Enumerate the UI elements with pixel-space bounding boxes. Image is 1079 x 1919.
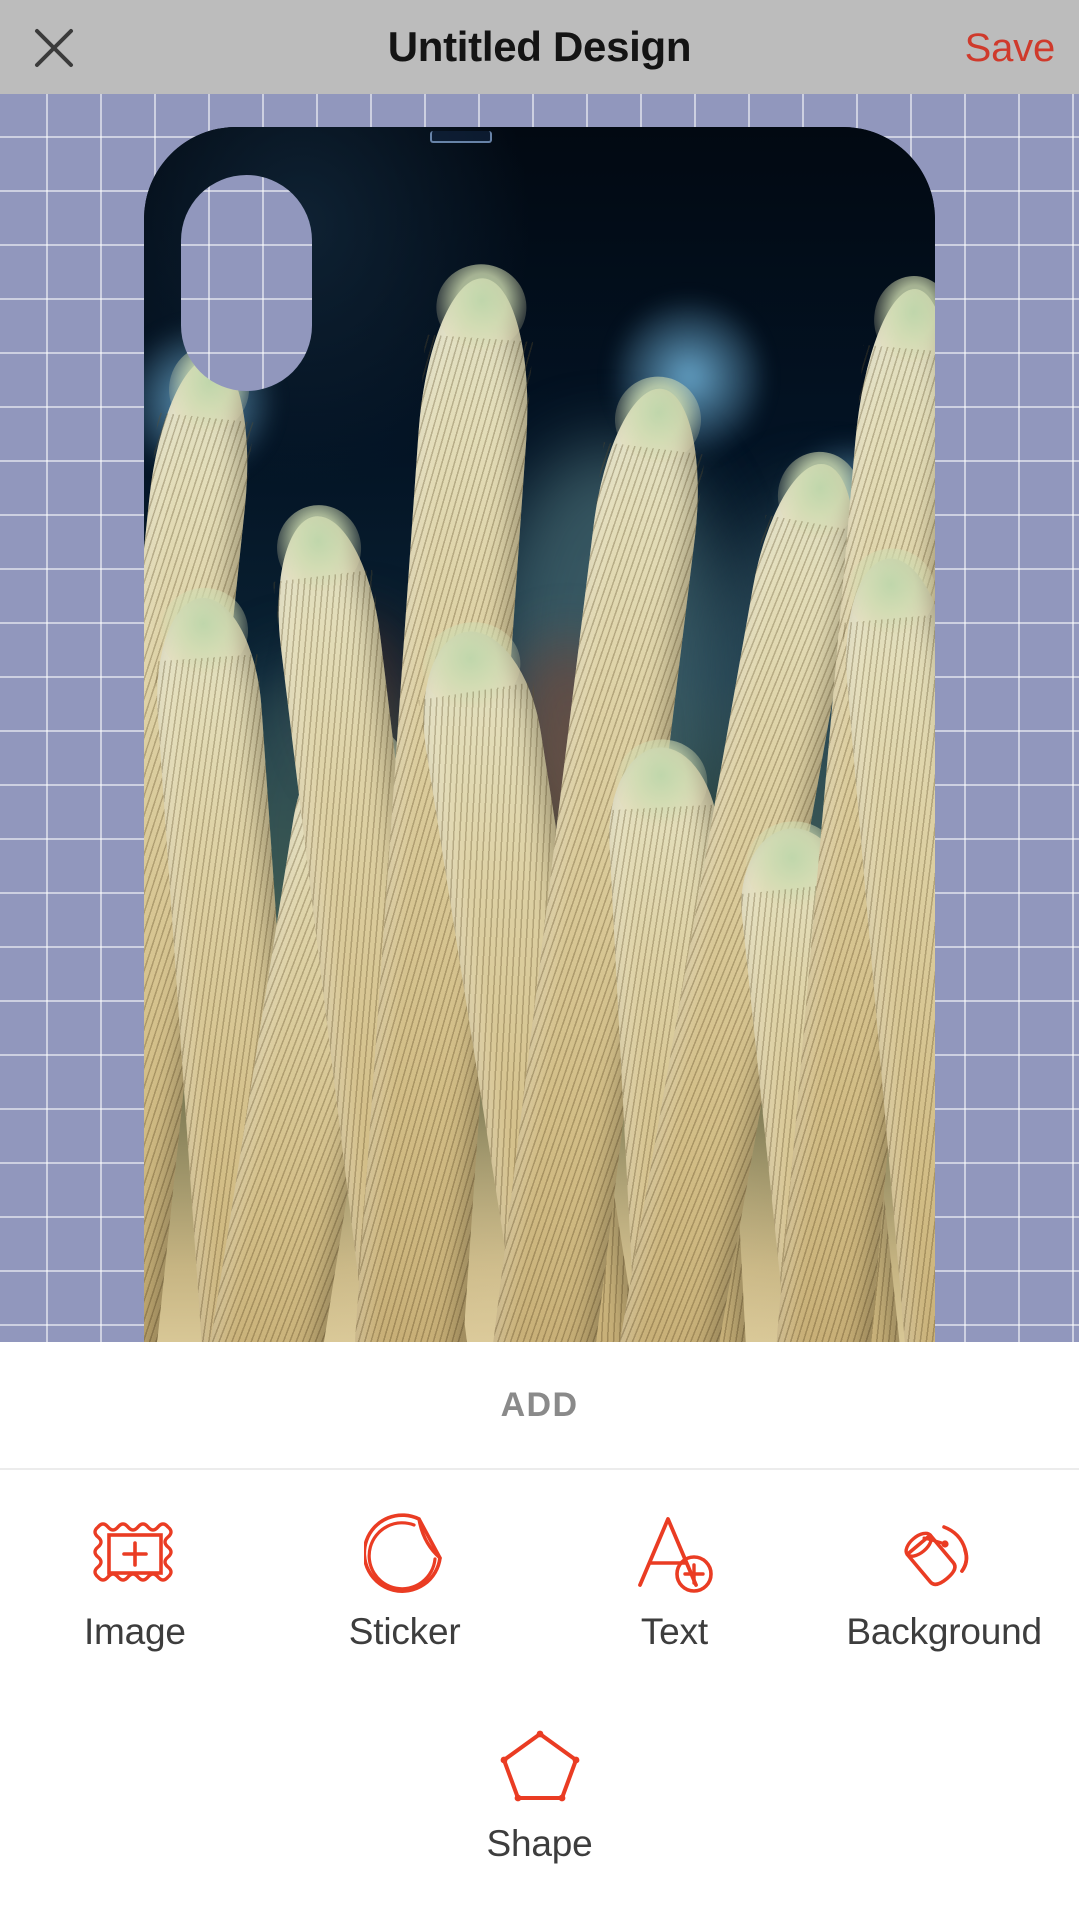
tool-text[interactable]: Text [540,1484,810,1696]
tool-label: Shape [486,1823,593,1864]
add-elements-panel: ADD Image Sticker Text Background Shape [0,1342,1079,1919]
case-top-notch [430,131,492,143]
image-frame-plus-icon [83,1502,187,1606]
camera-cutout [181,175,312,391]
phone-case-artboard[interactable] [144,127,935,1342]
save-button[interactable]: Save [965,22,1056,74]
close-button[interactable] [20,22,88,74]
app-header: Untitled Design Save [0,0,1079,94]
sticker-peel-icon [353,1502,457,1606]
text-a-plus-icon [622,1502,726,1606]
tool-label: Background [846,1611,1042,1652]
tool-sticker[interactable]: Sticker [270,1484,540,1696]
tool-grid: Image Sticker Text Background Shape [0,1470,1079,1908]
panel-header: ADD [0,1342,1079,1468]
tool-row-secondary: Shape [0,1696,1079,1908]
page-title: Untitled Design [387,23,692,70]
tool-label: Sticker [348,1611,461,1652]
design-canvas[interactable] [0,94,1079,1342]
tool-row-primary: Image Sticker Text Background [0,1484,1079,1696]
tool-label: Image [83,1611,186,1652]
panel-section-title: ADD [500,1385,579,1424]
design-editor-screen: Untitled Design Save ADD Image Sticker T… [0,0,1079,1919]
tool-label: Text [640,1611,708,1652]
tool-background[interactable]: Background [809,1484,1079,1696]
pentagon-shape-icon [488,1714,592,1818]
tool-shape[interactable]: Shape [405,1696,675,1908]
tool-image[interactable]: Image [0,1484,270,1696]
paint-bucket-icon [892,1502,996,1606]
close-x-icon [31,25,77,71]
